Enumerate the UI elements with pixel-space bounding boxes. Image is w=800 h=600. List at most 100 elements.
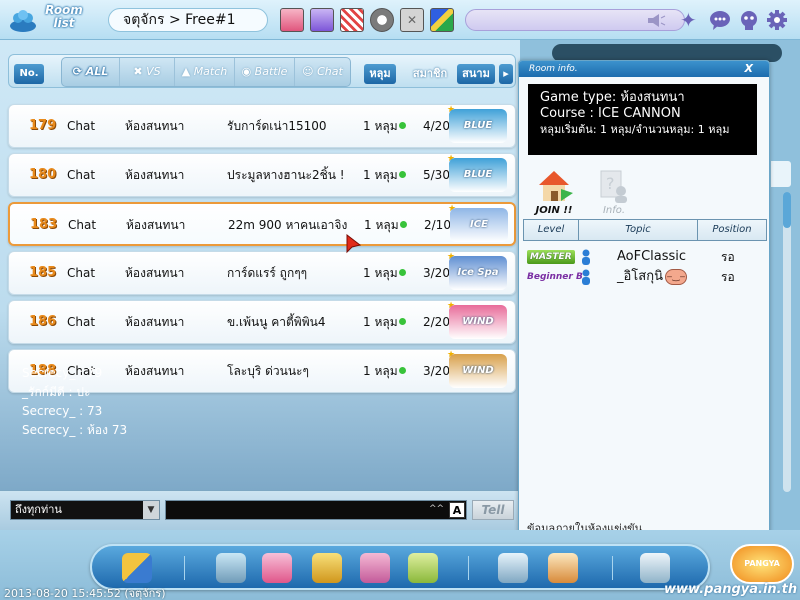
room-number: 179 [29,118,57,133]
card-icon[interactable] [122,553,152,583]
room-topic: ข.เพ้นนู คาตี้พิพิน4 [227,315,326,329]
chevron-down-icon[interactable]: ▼ [143,501,159,519]
pangya-logo: PANGYA [730,544,794,584]
chat-line: Secrecy_ : ห้อง 73 [22,423,128,437]
person-icon [582,269,590,285]
course-badge: WIND [449,305,507,339]
tab-match[interactable]: ▲ Match [175,58,235,86]
mascot-icon[interactable] [738,9,760,31]
tab-battle[interactable]: ◉ Battle [235,58,295,86]
battle-icon: ◉ [241,65,255,78]
room-player-count: 2/20 [423,315,450,329]
sparkle-icon[interactable]: ✦ [680,9,702,31]
room-type: Chat [68,218,97,232]
refresh-icon: ⟳ [72,65,86,78]
room-info-title: Room info. [529,64,578,74]
tab-vs[interactable]: ✖ VS [120,58,175,86]
room-holes: 1 หลุม [363,315,398,329]
room-player-count: 5/30 [423,168,450,182]
gift-icon[interactable] [262,553,292,583]
course-name: Course : ICE CANNON [540,106,681,121]
room-mode: ห้องสนทนา [125,266,185,280]
bottom-dock [90,544,710,590]
mouse-cursor-icon [346,234,362,254]
scratch-card-icon[interactable] [408,553,438,583]
room-row[interactable]: 186 Chat ห้องสนทนา ข.เพ้นนู คาตี้พิพิน4 1 หล… [8,300,516,344]
sort-course-button[interactable]: สนาม [457,64,495,84]
player-avatar-1[interactable] [280,8,304,32]
level-badge: MASTER [527,250,575,264]
room-topic: การ์ดแรร์ ถูกๆๆ [227,266,308,280]
chat-channel-select[interactable]: ถึงทุกท่าน ▼ [10,500,160,520]
svg-text:?: ? [606,174,615,193]
room-holes: 1 หลุม [364,218,399,232]
font-button[interactable]: A [449,502,465,518]
room-type: Chat [67,168,96,182]
scrollbar-thumb[interactable] [783,192,791,228]
match-icon: ▲ [181,65,194,78]
breadcrumb: จตุจักร > Free#1 [108,8,268,32]
room-type: Chat [67,119,96,133]
gear-icon[interactable] [766,9,788,31]
player-name: AoFClassic [617,249,687,264]
room-mode: ห้องสนทนา [125,168,185,182]
lobby-house-icon[interactable] [498,553,528,583]
room-list-title: Room list [45,3,83,30]
megaphone-bar[interactable] [465,9,685,31]
sort-next-button[interactable]: ▸ [499,64,513,84]
player-row[interactable]: MASTER AoFClassic รอ [525,247,765,267]
dock-divider [612,556,613,580]
options-icon[interactable] [640,553,670,583]
player-avatar-2[interactable] [310,8,334,32]
face-emoji-icon: ‒‿‒ [664,268,687,285]
locker-icon[interactable] [360,553,390,583]
chat-line: Secrecy_ : 73 [22,404,103,418]
exit-house-icon[interactable] [548,553,578,583]
site-url[interactable]: www.pangya.in.th [664,582,797,597]
info-button[interactable]: ? Info. [597,167,631,216]
sort-number-button[interactable]: No. [14,64,44,84]
join-house-icon [539,171,573,201]
game-type: Game type: ห้องสนทนา [540,90,685,105]
room-row[interactable]: 183 Chat ห้องสนทนา 22m 900 หาคนเอาจิง 1 หลุม… [8,202,516,246]
sort-hole-button[interactable]: หลุม [364,64,396,84]
room-holes: 1 หลุม [363,119,398,133]
room-row[interactable]: 179 Chat ห้องสนทนา รับการ์ดเน่า15100 1 หลุม 4… [8,104,516,148]
close-slot-icon[interactable]: ✕ [400,8,424,32]
tab-chat[interactable]: ☺ Chat [295,58,350,86]
join-button[interactable]: JOIN !! [533,167,575,216]
chat-input[interactable] [165,500,467,520]
room-info-panel: Room info. X Game type: ห้องสนทนา Course… [518,60,770,538]
info-person-icon: ? [600,170,627,203]
room-row[interactable]: 180 Chat ห้องสนทนา ประมูลหางฮานะ2ชิ้น ! 1 หล… [8,153,516,197]
shop-icon[interactable] [216,553,246,583]
room-player-count: 2/10 [424,218,451,232]
course-badge: ICE CANNON [450,208,508,242]
side-tab[interactable] [770,160,792,188]
player-avatar-4[interactable] [370,8,394,32]
room-row[interactable]: 185 Chat ห้องสนทนา การ์ดแรร์ ถูกๆๆ 1 หลุม 3/2… [8,251,516,295]
room-type: Chat [67,266,96,280]
chat-input-row: ถึงทุกท่าน ▼ ^^ A Tell [0,490,520,530]
tab-all[interactable]: ⟳ ALL [62,58,120,86]
sort-member-button[interactable]: สมาชิก [407,64,453,84]
player-row[interactable]: Beginner B _อิโสกุนิ ‒‿‒ รอ [525,267,765,287]
room-holes: 1 หลุม [363,266,398,280]
tell-button[interactable]: Tell [472,500,514,520]
chat-bubble-icon[interactable] [709,9,731,31]
room-topic: รับการ์ดเน่า15100 [227,119,327,133]
trophy-icon[interactable] [312,553,342,583]
player-avatar-6[interactable] [430,8,454,32]
room-list-icon[interactable] [8,6,38,34]
room-info-box: Game type: ห้องสนทนา Course : ICE CANNON… [528,84,757,155]
course-badge: BLUE LAGOON [449,109,507,143]
room-holes: 1 หลุม [363,364,398,378]
room-mode: ห้องสนทนา [125,119,185,133]
room-holes: 1 หลุม [363,168,398,182]
scrollbar-track[interactable] [783,192,791,492]
filter-bar: No. ⟳ ALL ✖ VS ▲ Match ◉ Battle ☺ Chat ห… [8,54,516,88]
room-mode: ห้องสนทนา [125,315,185,329]
close-icon[interactable]: X [745,61,753,77]
player-avatar-3[interactable] [340,8,364,32]
online-dot-icon [399,367,406,374]
